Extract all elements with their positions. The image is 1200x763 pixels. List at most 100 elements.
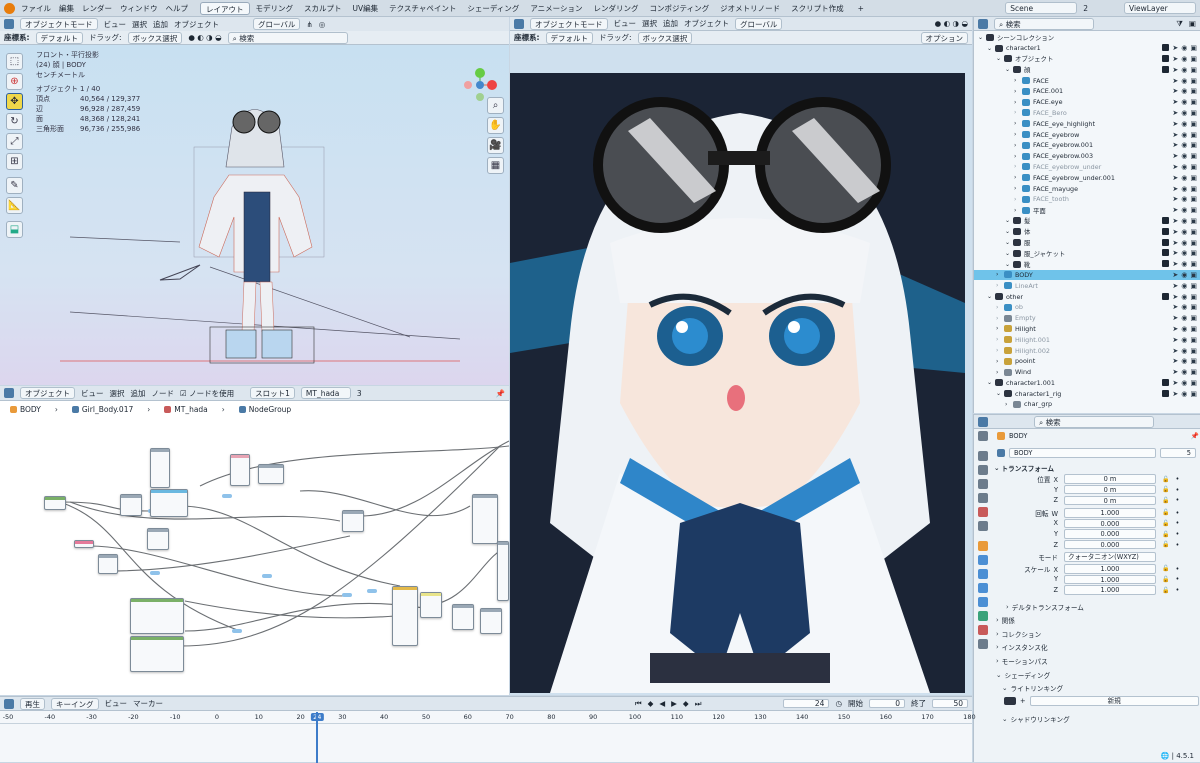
jump-start-icon[interactable]: ⏮: [635, 699, 642, 709]
viewlayer-selector[interactable]: ViewLayer: [1124, 2, 1196, 14]
eye-icon[interactable]: ◉: [1181, 98, 1187, 106]
options-dropdown[interactable]: オプション: [920, 31, 968, 44]
camera-icon[interactable]: ▣: [1190, 314, 1197, 322]
disclosure-triangle-icon[interactable]: ›: [1014, 131, 1022, 138]
disclosure-triangle-icon[interactable]: ⌄: [987, 293, 995, 300]
selectable-icon[interactable]: ➤: [1172, 390, 1178, 398]
shader-node[interactable]: [342, 510, 364, 532]
outliner-row[interactable]: › FACE_tooth ➤ ◉ ▣: [974, 194, 1200, 205]
eye-icon[interactable]: ◉: [1181, 314, 1187, 322]
constraints-tab-icon[interactable]: [978, 597, 988, 607]
workspace-tab[interactable]: テクスチャペイント: [384, 2, 461, 15]
properties-panel-header[interactable]: ⌄ シェーディング: [994, 669, 1199, 680]
selectable-icon[interactable]: ➤: [1172, 239, 1178, 247]
move-tool-icon[interactable]: ✥: [6, 93, 23, 110]
world-tab-icon[interactable]: [978, 507, 988, 517]
lock-icon[interactable]: 🔓: [1162, 497, 1169, 504]
selectable-icon[interactable]: ➤: [1172, 163, 1178, 171]
eye-icon[interactable]: ◉: [1181, 120, 1187, 128]
keyframe-dot-icon[interactable]: •: [1175, 530, 1179, 538]
keyframe-dot-icon[interactable]: •: [1175, 541, 1179, 549]
cursor-tool-icon[interactable]: ⊕: [6, 73, 23, 90]
disclosure-triangle-icon[interactable]: ⌄: [1005, 228, 1013, 235]
disclosure-triangle-icon[interactable]: ⌄: [987, 379, 995, 386]
selectable-icon[interactable]: ➤: [1172, 228, 1178, 236]
selectable-icon[interactable]: ➤: [1172, 206, 1178, 214]
workspace-tab[interactable]: スクリプト作成: [786, 2, 849, 15]
editor-type-icon[interactable]: [978, 416, 988, 427]
outliner-row[interactable]: ⌄ 髪 ➤ ◉ ▣: [974, 216, 1200, 227]
new-collection-button[interactable]: 新規: [1029, 696, 1199, 706]
outliner-row[interactable]: ⌄ シーンコレクション: [974, 32, 1200, 43]
output-tab-icon[interactable]: [978, 465, 988, 475]
selectable-icon[interactable]: ➤: [1172, 120, 1178, 128]
eye-icon[interactable]: ◉: [1181, 282, 1187, 290]
selectable-icon[interactable]: ➤: [1172, 249, 1178, 257]
disclosure-triangle-icon[interactable]: ⌄: [978, 34, 986, 41]
properties-panel-header[interactable]: › デルタトランスフォーム: [994, 601, 1199, 612]
disclosure-triangle-icon[interactable]: ›: [996, 315, 1004, 322]
keyframe-dot-icon[interactable]: •: [1175, 496, 1179, 504]
menu-item[interactable]: ファイル: [21, 3, 51, 14]
camera-icon[interactable]: ▣: [1190, 282, 1197, 290]
shader-node[interactable]: [258, 464, 284, 484]
outliner-row[interactable]: ⌄ character1.001 ➤ ◉ ▣: [974, 378, 1200, 389]
editor-type-icon[interactable]: [4, 19, 14, 29]
keyframe-dot-icon[interactable]: •: [1175, 575, 1179, 583]
eye-icon[interactable]: ◉: [1181, 249, 1187, 257]
workspace-tab[interactable]: シェーディング: [462, 2, 524, 15]
camera-icon[interactable]: ▣: [1190, 293, 1197, 301]
eye-icon[interactable]: ◉: [1181, 260, 1187, 268]
outliner-row[interactable]: › char_grp: [974, 399, 1200, 410]
shader-node[interactable]: [150, 448, 170, 488]
properties-panel-header[interactable]: › コレクション: [994, 629, 1199, 640]
outliner-row[interactable]: › FACE_eye_highlight ➤ ◉ ▣: [974, 118, 1200, 129]
menu-object[interactable]: オブジェクト: [684, 18, 729, 29]
workspace-tab[interactable]: UV編集: [348, 2, 384, 15]
grid-view-icon[interactable]: ▦: [487, 157, 504, 174]
disclosure-triangle-icon[interactable]: ⌄: [996, 390, 1004, 397]
pin-icon[interactable]: 📌: [1191, 432, 1199, 440]
start-frame-field[interactable]: 0: [869, 698, 905, 709]
outliner-row[interactable]: ⌄ character1_rig ➤ ◉ ▣: [974, 388, 1200, 399]
menu-object[interactable]: オブジェクト: [174, 19, 219, 30]
transform-panel-header[interactable]: ⌄ トランスフォーム: [994, 463, 1199, 474]
shader-node[interactable]: [147, 528, 169, 550]
eye-icon[interactable]: ◉: [1181, 174, 1187, 182]
workspace-tab[interactable]: モデリング: [251, 2, 299, 15]
disclosure-triangle-icon[interactable]: ›: [1014, 88, 1022, 95]
menu-view[interactable]: ビュー: [614, 18, 637, 29]
disclosure-triangle-icon[interactable]: ⌄: [1005, 66, 1013, 73]
menu-view[interactable]: ビュー: [105, 698, 128, 709]
camera-icon[interactable]: ▣: [1190, 66, 1197, 74]
scene-tab-icon[interactable]: [978, 493, 988, 503]
selectable-icon[interactable]: ➤: [1172, 98, 1178, 106]
eye-icon[interactable]: ◉: [1181, 217, 1187, 225]
outliner-row[interactable]: › LineArt ➤ ◉ ▣: [974, 280, 1200, 291]
selectable-icon[interactable]: ➤: [1172, 303, 1178, 311]
selectable-icon[interactable]: ➤: [1172, 195, 1178, 203]
camera-icon[interactable]: ▣: [1190, 120, 1197, 128]
object-name-field[interactable]: BODY: [1009, 448, 1156, 458]
physics-tab-icon[interactable]: [978, 583, 988, 593]
shader-node[interactable]: [420, 592, 442, 618]
disclosure-triangle-icon[interactable]: ›: [1014, 77, 1022, 84]
disclosure-triangle-icon[interactable]: ›: [1014, 196, 1022, 203]
eye-icon[interactable]: ◉: [1181, 206, 1187, 214]
disclosure-triangle-icon[interactable]: ›: [1014, 163, 1022, 170]
properties-panel-header[interactable]: › モーションパス: [994, 656, 1199, 667]
selectable-icon[interactable]: ➤: [1172, 152, 1178, 160]
coord-dropdown[interactable]: デフォルト: [545, 31, 593, 44]
playback-dropdown[interactable]: 再生: [20, 697, 45, 710]
orientation-dropdown[interactable]: グローバル: [735, 17, 783, 30]
selectable-icon[interactable]: ➤: [1172, 357, 1178, 365]
disclosure-triangle-icon[interactable]: ›: [996, 369, 1004, 376]
camera-icon[interactable]: ▣: [1190, 44, 1197, 52]
eye-icon[interactable]: ◉: [1181, 336, 1187, 344]
outliner-row[interactable]: › Hilight.001 ➤ ◉ ▣: [974, 334, 1200, 345]
transform-value-field[interactable]: 1.000: [1064, 564, 1156, 574]
outliner-row[interactable]: › pooint ➤ ◉ ▣: [974, 356, 1200, 367]
shader-node[interactable]: [480, 608, 502, 634]
add-workspace-button[interactable]: +: [855, 4, 867, 13]
lock-icon[interactable]: 🔓: [1162, 476, 1169, 483]
